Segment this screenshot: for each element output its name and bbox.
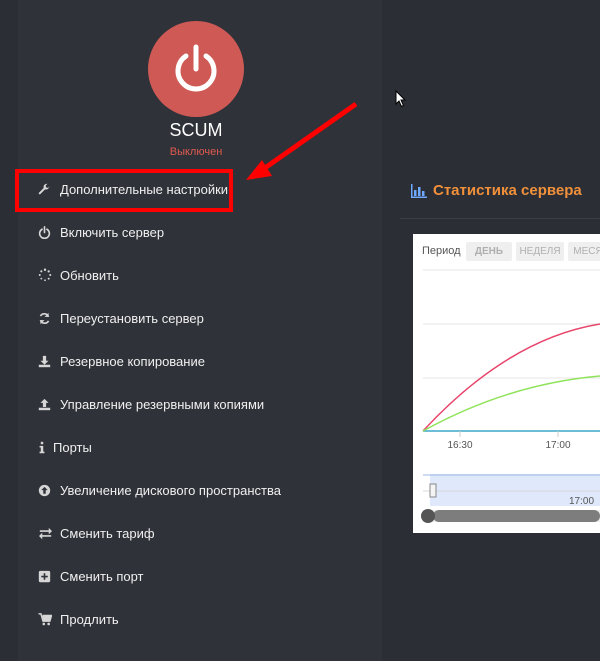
server-stats-chart: Период ДЕНЬ НЕДЕЛЯ МЕСЯ 16:30 17:00 17:0… xyxy=(413,234,600,533)
bar-chart-icon xyxy=(411,183,427,198)
navigator-handle[interactable] xyxy=(429,483,437,498)
x-tick-label: 17:00 xyxy=(545,440,570,451)
stats-title-text: Статистика сервера xyxy=(433,182,582,199)
scrollbar-thumb[interactable] xyxy=(433,510,600,522)
chart-plot: 16:30 17:00 17:00 xyxy=(421,269,600,523)
x-tick-label: 16:30 xyxy=(447,440,472,451)
navigator-tick-label: 17:00 xyxy=(569,496,594,507)
stats-title: Статистика сервера xyxy=(411,182,582,199)
mouse-cursor-icon xyxy=(395,90,407,108)
scrollbar-left-button[interactable] xyxy=(421,509,435,523)
divider xyxy=(400,218,600,219)
